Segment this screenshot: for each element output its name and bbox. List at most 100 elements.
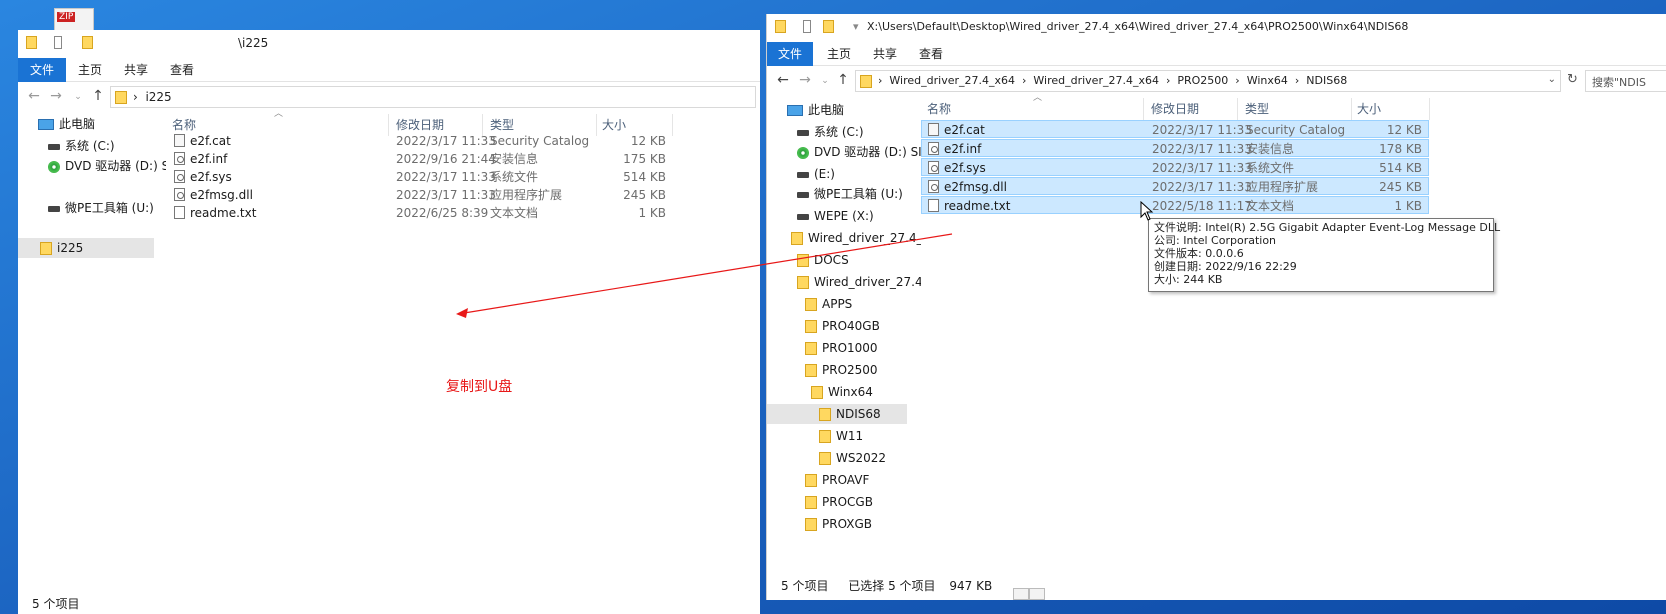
table-row[interactable]: e2fmsg.dll 2022/3/17 11:33 应用程序扩展 245 KB: [921, 177, 1429, 195]
column-divider[interactable]: [1351, 98, 1352, 120]
column-header-size[interactable]: 大小: [1357, 96, 1381, 122]
status-selected-size: 947 KB: [949, 579, 993, 593]
nav-item-drive-u[interactable]: 微PE工具箱 (U:): [797, 184, 903, 204]
nav-item-dvd-d[interactable]: DVD 驱动器 (D:) SI: [797, 142, 922, 162]
dll-file-icon: [174, 188, 185, 201]
address-bar[interactable]: › Wired_driver_27.4_x64 › Wired_driver_2…: [855, 70, 1561, 92]
tab-share[interactable]: 共享: [116, 58, 156, 82]
mouse-cursor-icon: [1140, 201, 1154, 221]
address-dropdown-icon[interactable]: ⌄: [1548, 74, 1556, 85]
up-arrow-icon[interactable]: ↑: [90, 88, 106, 104]
quick-access-chevron-icon[interactable]: ▾: [853, 20, 859, 33]
breadcrumb-segment[interactable]: Winx64: [1247, 74, 1288, 87]
column-divider[interactable]: [1429, 98, 1430, 120]
breadcrumb-segment[interactable]: NDIS68: [1306, 74, 1347, 87]
breadcrumb-segment[interactable]: PRO2500: [1177, 74, 1228, 87]
refresh-icon[interactable]: ↻: [1567, 72, 1578, 87]
tab-view[interactable]: 查看: [911, 42, 951, 66]
nav-item-drive-x[interactable]: WEPE (X:): [797, 206, 874, 226]
nav-label: PROCGB: [822, 495, 873, 509]
column-header-date[interactable]: 修改日期: [1151, 96, 1199, 122]
nav-item-folder[interactable]: Wired_driver_27.4: [797, 272, 923, 292]
properties-icon[interactable]: [803, 20, 811, 33]
table-row[interactable]: readme.txt 2022/5/18 11:17 文本文档 1 KB: [921, 196, 1429, 214]
file-size: 178 KB: [1379, 142, 1422, 156]
nav-item-dvd-d[interactable]: DVD 驱动器 (D:) SI: [48, 156, 173, 176]
title-bar[interactable]: \i225: [18, 30, 760, 58]
table-row[interactable]: e2f.inf 2022/3/17 11:33 安装信息 178 KB: [921, 139, 1429, 157]
sort-ascending-icon: ︿: [1033, 93, 1043, 103]
nav-item-folder[interactable]: Wired_driver_27.4_: [791, 228, 923, 248]
table-row[interactable]: e2f.inf 2022/9/16 21:44 安装信息 175 KB: [166, 150, 676, 168]
nav-item-folder[interactable]: PRO2500: [805, 360, 878, 380]
nav-item-folder[interactable]: DOCS: [797, 250, 849, 270]
table-row[interactable]: e2f.cat 2022/3/17 11:33 Security Catalog…: [166, 132, 676, 150]
nav-item-folder[interactable]: PRO40GB: [805, 316, 880, 336]
explorer-window-ndis68[interactable]: ▾ X:\Users\Default\Desktop\Wired_driver_…: [766, 14, 1666, 600]
file-date: 2022/3/17 11:33: [1152, 142, 1252, 156]
details-view-icon[interactable]: [1013, 588, 1029, 600]
file-size: 1 KB: [1394, 199, 1422, 213]
tab-file[interactable]: 文件: [18, 58, 66, 82]
explorer-window-i225[interactable]: \i225 文件 主页 共享 查看 ← → ⌄ ↑ › i225 此电脑 系统 …: [18, 30, 760, 614]
nav-item-folder[interactable]: PROAVF: [805, 470, 869, 490]
table-row[interactable]: readme.txt 2022/6/25 8:39 文本文档 1 KB: [166, 204, 676, 222]
column-divider[interactable]: [1143, 98, 1144, 120]
nav-label: 此电脑: [808, 103, 845, 117]
tab-share[interactable]: 共享: [865, 42, 905, 66]
folder-icon: [805, 342, 817, 355]
column-header-type[interactable]: 类型: [1245, 96, 1269, 122]
zip-desktop-icon[interactable]: ZIP: [54, 8, 94, 32]
nav-item-folder[interactable]: W11: [819, 426, 863, 446]
tab-view[interactable]: 查看: [162, 58, 202, 82]
column-divider[interactable]: [1237, 98, 1238, 120]
title-bar[interactable]: ▾ X:\Users\Default\Desktop\Wired_driver_…: [767, 14, 1666, 42]
table-row[interactable]: e2f.cat 2022/3/17 11:33 Security Catalog…: [921, 120, 1429, 138]
forward-arrow-icon[interactable]: →: [797, 72, 813, 88]
nav-item-this-pc[interactable]: 此电脑: [787, 100, 844, 120]
breadcrumb-segment[interactable]: Wired_driver_27.4_x64: [889, 74, 1015, 87]
back-arrow-icon[interactable]: ←: [775, 72, 791, 88]
table-row[interactable]: e2f.sys 2022/3/17 11:33 系统文件 514 KB: [921, 158, 1429, 176]
nav-item-folder[interactable]: APPS: [805, 294, 852, 314]
tab-file[interactable]: 文件: [767, 42, 813, 66]
nav-item-folder[interactable]: Winx64: [811, 382, 873, 402]
address-segment[interactable]: i225: [145, 90, 171, 104]
file-date: 2022/3/17 11:33: [396, 134, 496, 148]
folder-icon: [775, 20, 786, 33]
large-icons-view-icon[interactable]: [1029, 588, 1045, 600]
table-row[interactable]: e2fmsg.dll 2022/3/17 11:33 应用程序扩展 245 KB: [166, 186, 676, 204]
new-folder-icon[interactable]: [82, 36, 93, 49]
nav-item-folder[interactable]: PROXGB: [805, 514, 872, 534]
nav-item-folder[interactable]: WS2022: [819, 448, 886, 468]
new-folder-icon[interactable]: [823, 20, 834, 33]
drive-icon: [797, 191, 809, 198]
nav-item-folder[interactable]: PRO1000: [805, 338, 878, 358]
nav-item-this-pc[interactable]: 此电脑: [38, 114, 95, 134]
recent-chevron-icon[interactable]: ⌄: [70, 92, 86, 102]
file-type: 安装信息: [490, 152, 539, 166]
tab-home[interactable]: 主页: [819, 42, 859, 66]
recent-chevron-icon[interactable]: ⌄: [817, 76, 833, 86]
tab-home[interactable]: 主页: [70, 58, 110, 82]
address-bar[interactable]: › i225: [110, 86, 756, 108]
nav-label: i225: [57, 241, 84, 255]
breadcrumb-segment[interactable]: Wired_driver_27.4_x64: [1033, 74, 1159, 87]
nav-item-ndis68[interactable]: NDIS68: [767, 404, 907, 424]
setup-info-file-icon: [174, 152, 185, 165]
nav-item-drive-u[interactable]: 微PE工具箱 (U:): [48, 198, 154, 218]
forward-arrow-icon[interactable]: →: [48, 88, 64, 104]
nav-item-i225[interactable]: i225: [18, 238, 154, 258]
search-input[interactable]: 搜索"NDIS: [1585, 70, 1666, 92]
nav-item-drive-e[interactable]: (E:): [797, 164, 835, 184]
back-arrow-icon[interactable]: ←: [26, 88, 42, 104]
up-arrow-icon[interactable]: ↑: [835, 72, 851, 88]
table-row[interactable]: e2f.sys 2022/3/17 11:33 系统文件 514 KB: [166, 168, 676, 186]
nav-item-drive-c[interactable]: 系统 (C:): [797, 122, 864, 142]
navigation-bar: ← → ⌄ ↑ › i225: [18, 82, 760, 112]
properties-icon[interactable]: [54, 36, 62, 49]
nav-item-drive-c[interactable]: 系统 (C:): [48, 136, 115, 156]
nav-item-folder[interactable]: PROCGB: [805, 492, 873, 512]
folder-icon: [819, 430, 831, 443]
column-header-name[interactable]: 名称: [927, 96, 951, 122]
